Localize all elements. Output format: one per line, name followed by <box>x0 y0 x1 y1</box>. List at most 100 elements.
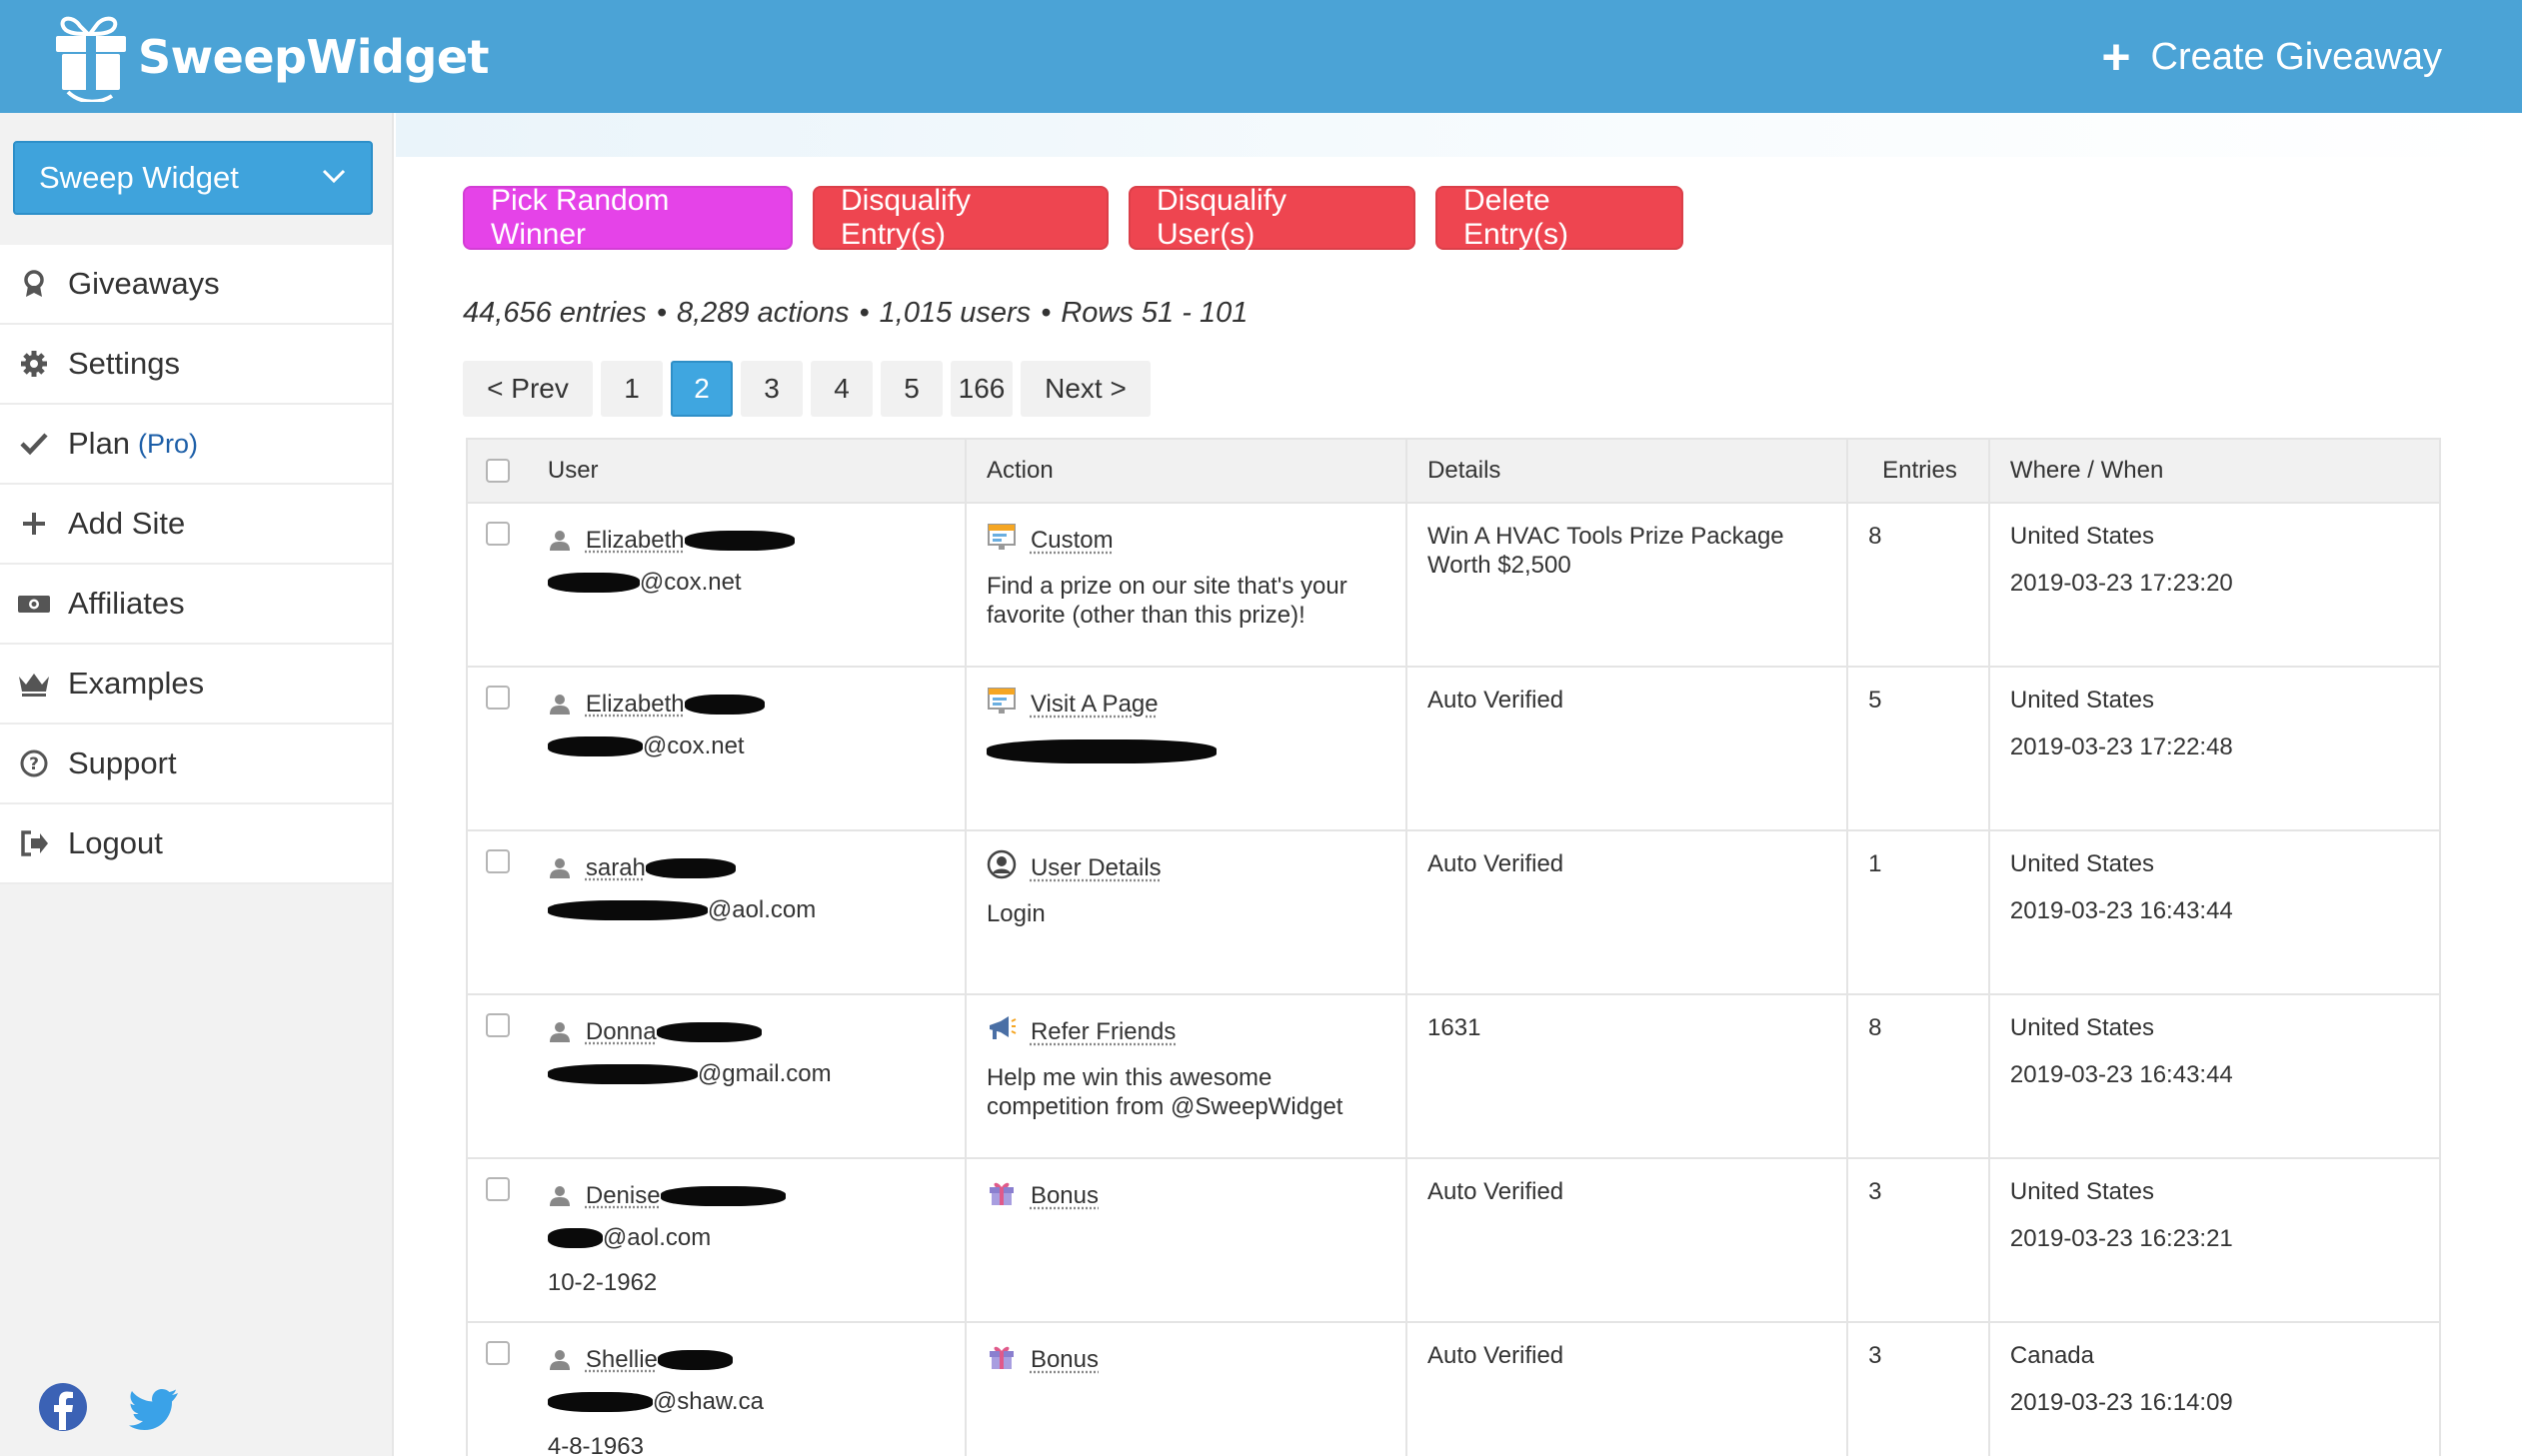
row-select-cell <box>468 504 528 666</box>
redaction-mark <box>646 858 736 878</box>
column-header-where-when[interactable]: Where / When <box>1990 440 2439 502</box>
page-button-4[interactable]: 4 <box>811 361 873 417</box>
prev-page-button[interactable]: < Prev <box>463 361 593 417</box>
select-all-cell <box>468 440 528 502</box>
user-name[interactable]: Elizabeth <box>586 690 765 719</box>
action-link[interactable]: Visit A Page <box>1031 690 1159 719</box>
action-title: User Details <box>987 849 1385 885</box>
where-when-cell: United States 2019-03-23 16:43:44 <box>1990 995 2439 1157</box>
where-when-cell: United States 2019-03-23 17:23:20 <box>1990 504 2439 666</box>
sidebar-item-label: Examples <box>68 666 204 702</box>
site-select-value: Sweep Widget <box>39 160 239 196</box>
user-name[interactable]: Elizabeth <box>586 526 795 555</box>
facebook-icon[interactable] <box>38 1382 88 1432</box>
action-cell: Bonus <box>967 1323 1407 1456</box>
sidebar-item-affiliates[interactable]: Affiliates <box>0 565 392 645</box>
sidebar-item-add-site[interactable]: Add Site <box>0 485 392 565</box>
sidebar-item-plan[interactable]: Plan (Pro) <box>0 405 392 485</box>
row-checkbox[interactable] <box>486 1177 510 1201</box>
main-content: Pick Random Winner Disqualify Entry(s) D… <box>396 113 2522 1456</box>
action-cell: Visit A Page <box>967 668 1407 829</box>
row-checkbox[interactable] <box>486 686 510 710</box>
details-cell: Auto Verified <box>1407 668 1848 829</box>
twitter-icon[interactable] <box>128 1382 178 1432</box>
entries-cell: 8 <box>1848 504 1990 666</box>
person-icon <box>548 528 572 552</box>
sidebar-item-logout[interactable]: Logout <box>0 804 392 884</box>
user-cell: Donna @gmail.com <box>528 995 967 1157</box>
user-cell: Elizabeth @cox.net <box>528 504 967 666</box>
user-email-text: @gmail.com <box>698 1059 832 1088</box>
entry-stats: 44,656 entries • 8,289 actions • 1,015 users… <box>463 297 1248 330</box>
select-all-checkbox[interactable] <box>486 459 510 483</box>
row-select-cell <box>468 995 528 1157</box>
user-cell: Shellie @shaw.ca 4-8-1963 <box>528 1323 967 1456</box>
page-button-2-active[interactable]: 2 <box>671 361 733 417</box>
sidebar-item-examples[interactable]: Examples <box>0 645 392 725</box>
where-when-cell: United States 2019-03-23 16:23:21 <box>1990 1159 2439 1321</box>
row-select-cell <box>468 831 528 993</box>
user-name-text: Elizabeth <box>586 527 685 554</box>
create-giveaway-button[interactable]: + Create Giveaway <box>2101 30 2442 84</box>
column-header-user[interactable]: User <box>528 440 967 502</box>
redaction-mark <box>661 1186 786 1206</box>
action-title: Bonus <box>987 1177 1385 1213</box>
user-name-line: Elizabeth <box>548 522 945 558</box>
entries-table: User Action Details Entries Where / When… <box>466 438 2441 1456</box>
action-link[interactable]: User Details <box>1031 853 1162 882</box>
action-link[interactable]: Bonus <box>1031 1345 1099 1374</box>
social-links <box>38 1382 178 1432</box>
page-button-166[interactable]: 166 <box>951 361 1013 417</box>
redaction-mark <box>548 1064 698 1084</box>
top-header: SweepWidget + Create Giveaway <box>0 0 2522 113</box>
action-link[interactable]: Refer Friends <box>1031 1017 1176 1046</box>
sidebar-item-label: Giveaways <box>68 266 220 302</box>
row-checkbox[interactable] <box>486 849 510 873</box>
user-name[interactable]: sarah <box>586 853 736 882</box>
money-icon <box>0 589 68 619</box>
sidebar-item-settings[interactable]: Settings <box>0 325 392 405</box>
user-name-line: Donna <box>548 1013 945 1049</box>
action-buttons: Pick Random Winner Disqualify Entry(s) D… <box>463 186 1683 250</box>
row-checkbox[interactable] <box>486 1013 510 1037</box>
user-name[interactable]: Shellie <box>586 1345 733 1374</box>
sidebar-item-giveaways[interactable]: Giveaways <box>0 245 392 325</box>
row-checkbox[interactable] <box>486 522 510 546</box>
page-button-1[interactable]: 1 <box>601 361 663 417</box>
disqualify-user-button[interactable]: Disqualify User(s) <box>1129 186 1415 250</box>
user-name[interactable]: Donna <box>586 1017 762 1046</box>
location-text: United States <box>2010 522 2419 551</box>
svg-text:?: ? <box>29 754 39 774</box>
sidebar-item-support[interactable]: ? Support <box>0 725 392 804</box>
person-icon <box>548 1347 572 1371</box>
disqualify-entry-button[interactable]: Disqualify Entry(s) <box>813 186 1109 250</box>
delete-entry-button[interactable]: Delete Entry(s) <box>1435 186 1683 250</box>
user-email: @aol.com <box>548 895 945 924</box>
user-name[interactable]: Denise <box>586 1181 786 1210</box>
page-button-5[interactable]: 5 <box>881 361 943 417</box>
page-button-3[interactable]: 3 <box>741 361 803 417</box>
redaction-mark <box>685 695 765 715</box>
create-giveaway-label: Create Giveaway <box>2151 36 2442 79</box>
redaction-mark <box>657 1022 762 1042</box>
user-name-line: Shellie <box>548 1341 945 1377</box>
entries-cell: 1 <box>1848 831 1990 993</box>
sidebar-nav: Giveaways Settings Plan (Pro) Add Site A… <box>0 245 392 884</box>
next-page-button[interactable]: Next > <box>1021 361 1151 417</box>
location-text: Canada <box>2010 1341 2419 1370</box>
row-checkbox[interactable] <box>486 1341 510 1365</box>
pick-random-winner-button[interactable]: Pick Random Winner <box>463 186 793 250</box>
logout-icon <box>0 828 68 858</box>
column-header-entries[interactable]: Entries <box>1848 440 1990 502</box>
column-header-details[interactable]: Details <box>1407 440 1848 502</box>
user-email-text: @aol.com <box>708 895 816 924</box>
details-cell: 1631 <box>1407 995 1848 1157</box>
site-select-dropdown[interactable]: Sweep Widget <box>13 141 373 215</box>
brand-logo[interactable]: SweepWidget <box>50 12 489 102</box>
action-link[interactable]: Custom <box>1031 526 1114 555</box>
location-text: United States <box>2010 1177 2419 1206</box>
details-cell: Auto Verified <box>1407 831 1848 993</box>
action-link[interactable]: Bonus <box>1031 1181 1099 1210</box>
gift-icon <box>987 1177 1031 1214</box>
column-header-action[interactable]: Action <box>967 440 1407 502</box>
